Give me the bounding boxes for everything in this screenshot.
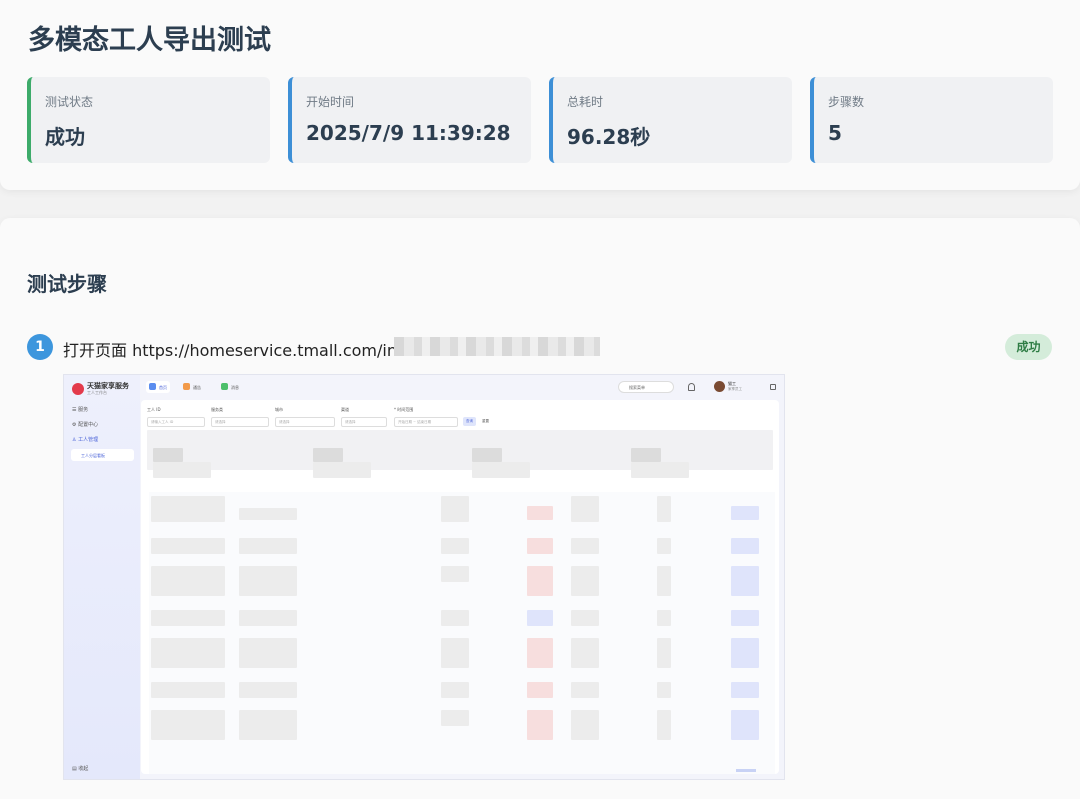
filter-input: 请选择 (275, 417, 335, 427)
stat-value: 5 (828, 121, 842, 145)
filter-label: 工人 ID (147, 407, 161, 412)
notice-icon (183, 383, 190, 390)
stat-value: 2025/7/9 11:39:28 (306, 121, 511, 145)
screenshot-tab: 通告 (180, 381, 204, 393)
filter-input: 开始日期 ~ 结束日期 (394, 417, 458, 427)
screenshot-app-subtitle: 工人工作台 (87, 390, 107, 395)
filter-input: 请选择 (341, 417, 387, 427)
avatar (714, 381, 725, 392)
screenshot-nav-sub-item: 工人分层看板 (71, 449, 134, 461)
stat-label: 测试状态 (45, 95, 94, 109)
screenshot-tab: 消息 (218, 381, 242, 393)
stat-status: 测试状态 成功 (27, 77, 270, 163)
pixelated-table (149, 492, 775, 774)
logout-icon (770, 384, 776, 390)
section-title: 测试步骤 (27, 272, 107, 296)
bell-icon (688, 383, 695, 391)
step-number-badge: 1 (27, 334, 53, 360)
filter-input: 请选择 (211, 417, 269, 427)
screenshot-nav-item: ⚙ 配置中心 (72, 422, 99, 428)
step-status-badge: 成功 (1005, 334, 1052, 360)
step-screenshot[interactable]: 天猫家享服务 工人工作台 ☰ 服务 ⚙ 配置中心 ♙ 工人管理 工人分层看板 ▤… (63, 374, 785, 780)
stat-value: 96.28秒 (567, 125, 651, 149)
stat-label: 开始时间 (306, 95, 355, 109)
screenshot-reset-button: 重置 (482, 419, 489, 423)
screenshot-collapse: ▤ 收起 (72, 766, 89, 772)
screenshot-tab: 首页 (146, 381, 170, 393)
screenshot-topbar: 首页 通告 消息 搜索菜单 猫工 家享员工 (140, 375, 784, 399)
filter-label: 渠道 (341, 407, 349, 412)
stat-start-time: 开始时间 2025/7/9 11:39:28 (288, 77, 531, 163)
stat-label: 步骤数 (828, 95, 865, 109)
home-icon (149, 383, 156, 390)
screenshot-nav-item: ☰ 服务 (72, 407, 89, 413)
stat-label: 总耗时 (567, 95, 604, 109)
redacted-url-mask (394, 337, 600, 356)
screenshot-search: 搜索菜单 (618, 381, 674, 393)
stat-step-count: 步骤数 5 (810, 77, 1053, 163)
message-icon (221, 383, 228, 390)
screenshot-user-sub: 家享员工 (728, 387, 742, 391)
screenshot-query-button: 查询 (463, 417, 476, 426)
screenshot-main: 工人 ID 服务类 城市 渠道 * 时间范围 请输入工人 ID 请选择 请选择 … (141, 400, 779, 774)
filter-label: 城市 (275, 407, 283, 412)
stat-duration: 总耗时 96.28秒 (549, 77, 792, 163)
page-title: 多模态工人导出测试 (28, 25, 271, 56)
stat-value: 成功 (45, 125, 85, 149)
filter-label: * 时间范围 (394, 407, 414, 412)
filter-label: 服务类 (211, 407, 223, 412)
screenshot-nav-item: ♙ 工人管理 (72, 437, 99, 443)
tmall-logo-icon (72, 383, 84, 395)
step-description: 打开页面 https://homeservice.tmall.com/indu (63, 341, 418, 360)
screenshot-pagination (736, 769, 756, 772)
filter-input: 请输入工人 ID (147, 417, 205, 427)
screenshot-sidebar: 天猫家享服务 工人工作台 ☰ 服务 ⚙ 配置中心 ♙ 工人管理 工人分层看板 ▤… (64, 375, 140, 779)
